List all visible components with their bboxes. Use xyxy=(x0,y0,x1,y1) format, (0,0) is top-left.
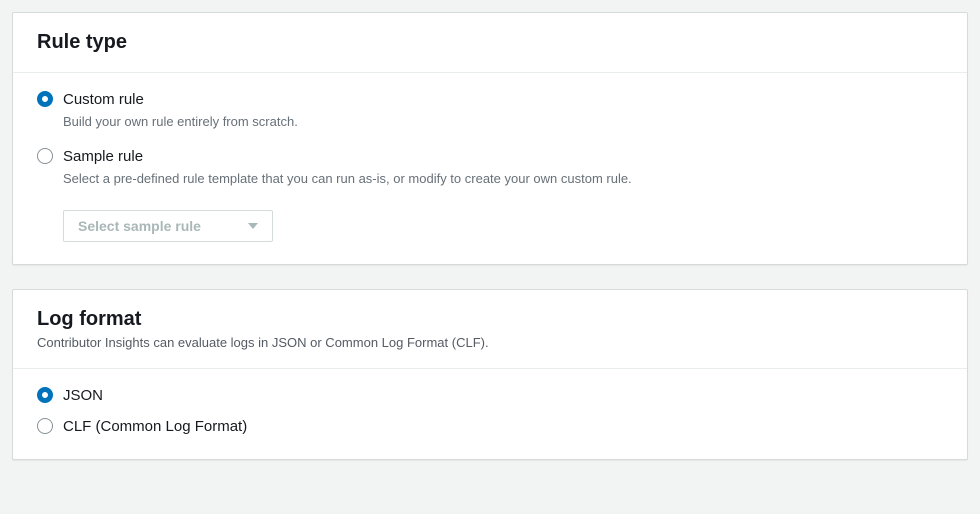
radio-icon[interactable] xyxy=(37,418,53,434)
radio-option-json[interactable]: JSON xyxy=(37,385,943,406)
radio-icon[interactable] xyxy=(37,148,53,164)
radio-label-sample-rule[interactable]: Sample rule xyxy=(63,146,943,167)
log-format-panel: Log format Contributor Insights can eval… xyxy=(12,289,968,460)
select-sample-rule-label: Select sample rule xyxy=(78,218,201,234)
log-format-title: Log format xyxy=(37,308,943,331)
radio-content: Custom rule Build your own rule entirely… xyxy=(63,89,943,132)
radio-option-sample-rule[interactable]: Sample rule Select a pre-defined rule te… xyxy=(37,146,943,189)
radio-description-sample-rule: Select a pre-defined rule template that … xyxy=(63,169,943,189)
rule-type-title: Rule type xyxy=(37,31,943,54)
radio-icon[interactable] xyxy=(37,91,53,107)
radio-label-clf[interactable]: CLF (Common Log Format) xyxy=(63,416,943,437)
radio-content: CLF (Common Log Format) xyxy=(63,416,943,437)
radio-content: Sample rule Select a pre-defined rule te… xyxy=(63,146,943,189)
radio-label-json[interactable]: JSON xyxy=(63,385,943,406)
rule-type-header: Rule type xyxy=(13,13,967,73)
rule-type-panel: Rule type Custom rule Build your own rul… xyxy=(12,12,968,265)
caret-down-icon xyxy=(248,223,258,229)
log-format-header: Log format Contributor Insights can eval… xyxy=(13,290,967,369)
radio-option-custom-rule[interactable]: Custom rule Build your own rule entirely… xyxy=(37,89,943,132)
radio-label-custom-rule[interactable]: Custom rule xyxy=(63,89,943,110)
log-format-body: JSON CLF (Common Log Format) xyxy=(13,369,967,459)
select-sample-rule-button[interactable]: Select sample rule xyxy=(63,210,273,242)
rule-type-body: Custom rule Build your own rule entirely… xyxy=(13,73,967,264)
log-format-subtitle: Contributor Insights can evaluate logs i… xyxy=(37,335,943,350)
radio-description-custom-rule: Build your own rule entirely from scratc… xyxy=(63,112,943,132)
radio-content: JSON xyxy=(63,385,943,406)
radio-option-clf[interactable]: CLF (Common Log Format) xyxy=(37,416,943,437)
radio-icon[interactable] xyxy=(37,387,53,403)
